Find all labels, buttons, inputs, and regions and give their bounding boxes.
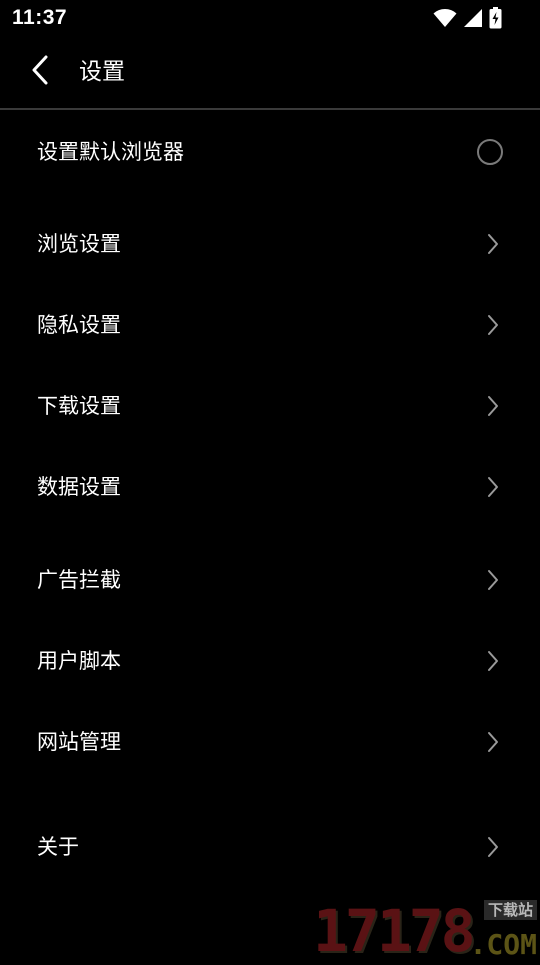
setting-label: 网站管理: [37, 730, 121, 754]
setting-user-scripts[interactable]: 用户脚本: [0, 621, 540, 701]
setting-site-management[interactable]: 网站管理: [0, 702, 540, 782]
toolbar: 设置: [0, 36, 540, 110]
chevron-right-icon: [486, 233, 500, 255]
setting-browsing[interactable]: 浏览设置: [0, 204, 540, 284]
setting-about[interactable]: 关于: [0, 807, 540, 887]
chevron-right-icon: [486, 650, 500, 672]
setting-label: 隐私设置: [37, 313, 121, 337]
setting-label: 用户脚本: [37, 649, 121, 673]
chevron-right-icon: [486, 731, 500, 753]
setting-label: 广告拦截: [37, 568, 121, 592]
setting-data[interactable]: 数据设置: [0, 447, 540, 527]
setting-label: 关于: [37, 835, 79, 859]
setting-ad-block[interactable]: 广告拦截: [0, 540, 540, 620]
chevron-right-icon: [486, 836, 500, 858]
wifi-icon: [433, 8, 457, 28]
watermark-number: 17178: [313, 897, 476, 965]
battery-charging-icon: [489, 7, 502, 29]
setting-privacy[interactable]: 隐私设置: [0, 285, 540, 365]
default-browser-radio[interactable]: [477, 139, 503, 165]
setting-label: 下载设置: [37, 394, 121, 418]
chevron-right-icon: [486, 569, 500, 591]
setting-label: 浏览设置: [37, 232, 121, 256]
chevron-right-icon: [486, 314, 500, 336]
watermark-logo: 17178 下载站 .COM: [313, 898, 537, 960]
setting-label: 数据设置: [37, 475, 121, 499]
back-arrow-icon: [30, 54, 50, 90]
setting-label: 设置默认浏览器: [37, 140, 184, 164]
setting-default-browser[interactable]: 设置默认浏览器: [0, 112, 540, 192]
status-icons: [433, 7, 502, 29]
back-button[interactable]: [18, 50, 62, 94]
watermark-domain: .COM: [469, 928, 537, 961]
watermark-badge: 下载站: [483, 900, 537, 920]
setting-download[interactable]: 下载设置: [0, 366, 540, 446]
status-bar: 11:37: [0, 0, 540, 36]
chevron-right-icon: [486, 476, 500, 498]
status-time: 11:37: [12, 6, 68, 29]
page-title: 设置: [79, 59, 125, 85]
signal-icon: [463, 8, 483, 28]
chevron-right-icon: [486, 395, 500, 417]
